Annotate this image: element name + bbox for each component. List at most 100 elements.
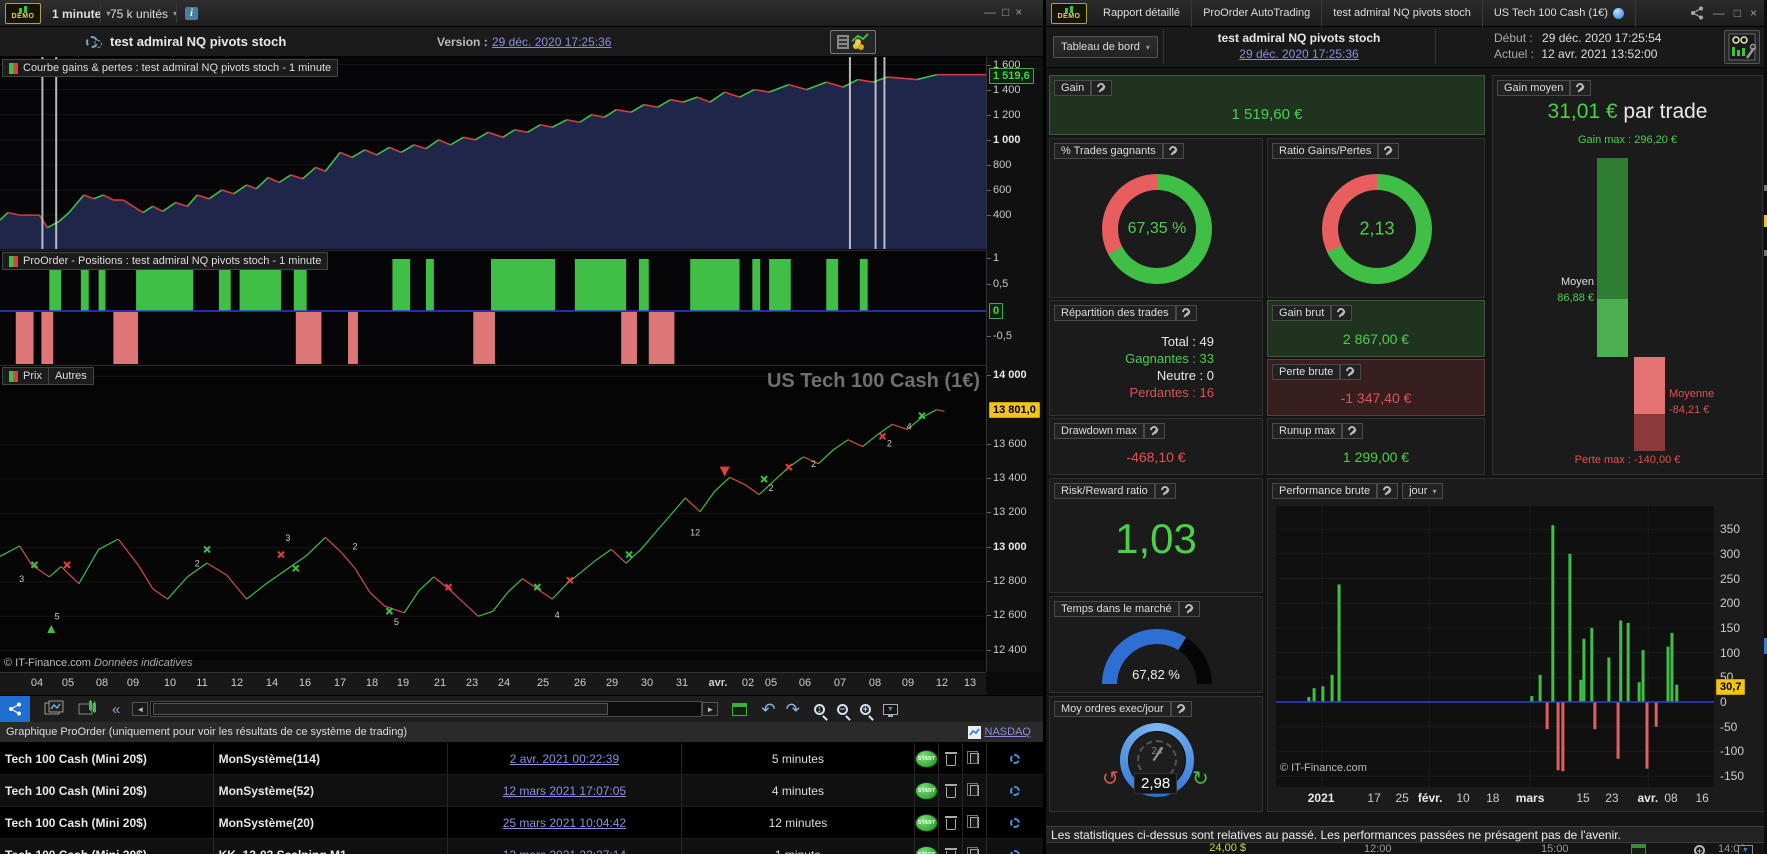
tab-proorder-autotrading[interactable]: ProOrder AutoTrading [1192, 0, 1323, 27]
tab-autres[interactable]: Autres [48, 367, 94, 385]
perf-x-tick: 2021 [1307, 791, 1335, 805]
distribution-row: Perdantes : 16 [1129, 385, 1214, 400]
copy-icon[interactable] [967, 751, 980, 764]
tab-rapport-d-taill-[interactable]: Rapport détaillé [1092, 0, 1193, 27]
time-axis-tick: 12 [230, 677, 244, 689]
scrollbar-thumb[interactable] [153, 703, 609, 715]
time-axis-tick: 09 [901, 677, 915, 689]
copy-icon[interactable] [967, 847, 980, 854]
zoom-in-icon[interactable]: + [1694, 845, 1705, 854]
wrench-icon[interactable] [1154, 483, 1176, 499]
minimize-button[interactable]: — [984, 5, 996, 19]
share-icon[interactable] [1690, 6, 1704, 20]
wrench-icon[interactable] [1178, 601, 1200, 617]
trash-icon[interactable] [944, 783, 957, 798]
price-axis-tick: 13 400 [987, 472, 1027, 485]
price-axis-tick: 13 000 [987, 540, 1027, 553]
gears-icon[interactable] [1010, 817, 1021, 828]
gears-icon[interactable] [1010, 785, 1021, 796]
wrench-icon[interactable] [1342, 423, 1364, 439]
calendar-icon[interactable] [732, 702, 748, 716]
equity-pane-label[interactable]: Courbe gains & pertes : test admiral NQ … [2, 59, 339, 77]
chevron-down-icon: ▾ [1432, 486, 1437, 496]
zoom-in-icon[interactable]: + [859, 703, 871, 715]
units-dropdown[interactable]: 75 k unités▾ [102, 0, 185, 27]
backtest-date-link[interactable]: 2 avr. 2021 00:22:39 [510, 752, 619, 766]
positions-pane-label[interactable]: ProOrder - Positions : test admiral NQ p… [2, 252, 329, 270]
tab-us-tech-100-cash-1-[interactable]: US Tech 100 Cash (1€) [1483, 0, 1636, 27]
gears-icon[interactable] [1010, 753, 1021, 764]
dashboard-dropdown[interactable]: Tableau de bord ▾ [1053, 36, 1158, 58]
copy-icon[interactable] [967, 783, 980, 796]
report-settings-button[interactable] [1724, 30, 1760, 64]
share-button[interactable] [0, 695, 30, 723]
time-axis-tick: 08 [868, 677, 882, 689]
zoom-out-icon[interactable]: − [836, 703, 848, 715]
info-icon[interactable]: i [185, 7, 198, 20]
close-button[interactable]: × [1750, 6, 1757, 20]
trash-icon[interactable] [944, 751, 957, 766]
snapshot-button[interactable] [44, 700, 64, 719]
calendar-icon[interactable] [1631, 844, 1646, 854]
backtest-report-button[interactable] [830, 30, 876, 54]
fullscreen-icon[interactable]: ▼ [882, 703, 898, 717]
gears-icon[interactable] [1010, 849, 1021, 854]
svg-text:5: 5 [55, 612, 60, 622]
wrench-icon[interactable] [1378, 143, 1400, 159]
wrench-icon[interactable] [1377, 483, 1399, 499]
perf-x-tick: 16 [1695, 791, 1709, 805]
start-button[interactable]: START [915, 781, 939, 800]
copy-icon[interactable] [967, 815, 980, 828]
tab-label: Rapport détaillé [1103, 7, 1181, 19]
ratio-donut: 2,13 [1322, 174, 1432, 284]
exchange-link[interactable]: NASDAQ [985, 726, 1031, 738]
maximize-button[interactable]: □ [1734, 6, 1741, 20]
version-date-link[interactable]: 29 déc. 2020 17:25:36 [492, 35, 611, 49]
start-button[interactable]: START [915, 749, 939, 768]
wrench-icon[interactable] [1170, 701, 1192, 717]
start-button[interactable]: START [915, 813, 939, 832]
wrench-icon[interactable] [1570, 80, 1592, 96]
wrench-icon[interactable] [1331, 305, 1353, 321]
wrench-icon[interactable] [1162, 143, 1184, 159]
trash-icon[interactable] [944, 815, 957, 830]
perf-label: Performance brute [1272, 483, 1378, 499]
backtest-date-link[interactable]: 25 mars 2021 10:04:42 [503, 816, 626, 830]
tab-prix[interactable]: Prix [2, 367, 49, 385]
start-button[interactable]: START [915, 845, 939, 854]
undo-icon[interactable]: ↶ [761, 701, 775, 718]
scroll-right-button[interactable]: ► [702, 702, 719, 716]
horizontal-scrollbar[interactable] [150, 701, 703, 717]
scroll-left-button[interactable]: ◄ [132, 702, 149, 716]
equity-axis-tick: 1 400 [987, 83, 1021, 96]
redo-icon[interactable]: ↷ [786, 701, 800, 718]
trash-icon[interactable] [944, 847, 957, 854]
debut-value: 29 déc. 2020 17:25:54 [1542, 31, 1662, 45]
close-button[interactable]: × [1015, 5, 1022, 19]
backtest-date-link[interactable]: 12 mars 2021 22:37:14 [503, 848, 626, 854]
fullscreen-icon[interactable]: ▼ [1738, 845, 1753, 854]
pane-icon [9, 255, 18, 267]
wrench-icon[interactable] [1143, 423, 1165, 439]
minimize-button[interactable]: — [1713, 6, 1725, 20]
cell-timeframe: 5 minutes [682, 743, 916, 774]
report-date-link[interactable]: 29 déc. 2020 17:25:36 [1239, 47, 1358, 61]
perf-period-dropdown[interactable]: jour ▾ [1402, 483, 1444, 499]
wrench-icon[interactable] [1340, 364, 1362, 380]
collapse-left-icon[interactable]: « [112, 701, 120, 718]
wrench-icon[interactable] [1091, 80, 1113, 96]
zoom-fit-icon[interactable]: ↕ [813, 703, 825, 715]
equity-axis-tick: 600 [986, 184, 1012, 197]
perf-y-tick: 200 [1720, 596, 1741, 611]
detach-chart-button[interactable] [78, 699, 98, 719]
cell-delete [939, 807, 964, 838]
version-label: Version : [437, 35, 488, 49]
tab-test-admiral-nq-pivots-stoch[interactable]: test admiral NQ pivots stoch [1322, 0, 1483, 27]
backtest-date-link[interactable]: 12 mars 2021 17:07:05 [503, 784, 626, 798]
cell-settings [987, 775, 1043, 806]
report-date: 29 déc. 2020 17:25:36 [1164, 47, 1434, 61]
tab-label: US Tech 100 Cash (1€) [1493, 7, 1608, 19]
maximize-button[interactable]: □ [1002, 5, 1009, 19]
cell-system: KK_12-03 Scalping M1 [214, 839, 449, 854]
wrench-icon[interactable] [1175, 305, 1197, 321]
